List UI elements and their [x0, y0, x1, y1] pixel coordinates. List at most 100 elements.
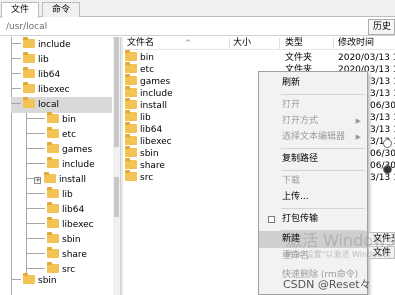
tree-item-etc[interactable]: etc — [27, 127, 76, 143]
tree-item-label: src — [62, 265, 76, 275]
tree-item-include-2[interactable]: include — [27, 157, 95, 173]
tree-connector — [11, 88, 21, 89]
file-mtime: 2020/03/13 1 — [338, 53, 395, 63]
tree-item-label: lib — [62, 190, 73, 200]
file-mtime: 3/13 1 — [370, 77, 395, 87]
expand-icon[interactable]: + — [34, 177, 41, 184]
context-menu: 刷新 打开 打开方式 ▶ 选择文本编辑器 ▶ 复制路径 下载 上传... 打包传输 … — [258, 71, 368, 295]
tree-item-libexec-2[interactable]: libexec — [27, 217, 94, 233]
column-separator[interactable] — [279, 38, 280, 49]
tab-bar: 文件 命令 — [0, 0, 395, 18]
tree-item-label: share — [62, 250, 87, 260]
file-name: share — [140, 161, 165, 171]
folder-icon — [23, 82, 35, 93]
tree-item-lib64-2[interactable]: lib64 — [27, 202, 84, 218]
tree-item-include[interactable]: include — [11, 37, 71, 53]
menu-choose-editor[interactable]: 选择文本编辑器 ▶ — [259, 129, 367, 146]
menu-pack-transfer-label: 打包传输 — [282, 214, 319, 224]
tree-item-sbin-root[interactable]: sbin — [11, 273, 57, 289]
tree-item-label: include — [62, 160, 95, 170]
folder-icon — [23, 52, 35, 63]
menu-upload[interactable]: 上传... — [259, 189, 367, 206]
path-input[interactable]: /usr/local — [2, 20, 367, 34]
file-name: src — [140, 173, 154, 183]
menu-open-with[interactable]: 打开方式 ▶ — [259, 113, 367, 130]
tree-connector — [11, 43, 21, 44]
menu-separator — [281, 208, 365, 209]
column-type[interactable]: 类型 — [285, 37, 303, 50]
folder-icon — [23, 273, 35, 284]
file-name: games — [140, 77, 171, 87]
menu-separator — [281, 94, 365, 95]
tree-item-lib64[interactable]: lib64 — [11, 67, 60, 83]
folder-icon — [47, 262, 59, 273]
tree-connector — [27, 163, 45, 164]
tree-connector — [27, 133, 45, 134]
tree-item-install[interactable]: + install — [27, 172, 86, 188]
menu-copy-path[interactable]: 复制路径 — [259, 151, 367, 168]
file-name: lib — [140, 113, 151, 123]
csdn-watermark: CSDN @Reset々 — [283, 278, 371, 291]
tree-connector — [27, 148, 45, 149]
tab-files[interactable]: 文件 — [1, 2, 40, 18]
tree-item-label: libexec — [62, 220, 94, 230]
file-mtime: 3/13 1 — [370, 125, 395, 135]
submenu-arrow-icon: ▶ — [355, 133, 361, 141]
tab-commands[interactable]: 命令 — [42, 2, 81, 17]
column-separator[interactable] — [333, 38, 334, 49]
file-name: include — [140, 89, 173, 99]
tree-item-games[interactable]: games — [27, 142, 92, 158]
folder-icon — [125, 170, 137, 181]
menu-choose-editor-label: 选择文本编辑器 — [282, 132, 346, 142]
tree-item-label: include — [38, 40, 71, 50]
column-size[interactable]: 大小 — [233, 37, 251, 50]
folder-icon — [47, 112, 59, 123]
folder-icon — [125, 74, 137, 85]
tree-item-bin[interactable]: bin — [27, 112, 76, 128]
tree-item-label: lib64 — [38, 70, 61, 80]
tree-item-share[interactable]: share — [27, 247, 87, 263]
folder-icon — [125, 134, 137, 145]
tree-scrollbar-thumb-lower[interactable] — [114, 177, 119, 217]
tree-scrollbar[interactable] — [113, 37, 120, 295]
activation-watermark-hint: 转到"设置"以激活 Windows。 — [286, 250, 395, 259]
column-name[interactable]: 文件名 — [127, 37, 154, 50]
folder-icon — [125, 158, 137, 169]
file-mtime: 3/13 1 — [370, 173, 395, 183]
tree-item-label: local — [38, 100, 59, 110]
tree-connector — [27, 253, 45, 254]
tree-connector — [27, 223, 45, 224]
tree-item-label: etc — [62, 130, 77, 140]
file-row[interactable]: bin 文件夹 2020/03/13 1 — [123, 50, 395, 64]
folder-icon — [23, 37, 35, 48]
tree-item-label: lib64 — [62, 205, 85, 215]
radio-indicator-icon — [383, 165, 392, 174]
column-mtime[interactable]: 修改时间 — [338, 37, 374, 50]
tree-item-libexec[interactable]: libexec — [11, 82, 70, 98]
folder-icon — [47, 217, 59, 228]
file-mtime: 3/13 1 — [370, 89, 395, 99]
folder-icon — [47, 142, 59, 153]
menu-refresh[interactable]: 刷新 — [259, 75, 367, 92]
menu-pack-transfer[interactable]: 打包传输 — [259, 211, 367, 228]
status-indicator-icon — [383, 139, 392, 148]
tree-scrollbar-thumb[interactable] — [114, 37, 119, 147]
tree-connector — [27, 208, 45, 209]
tree-connector — [27, 118, 45, 119]
tree-item-lib[interactable]: lib — [11, 52, 49, 68]
activation-watermark: 激活 Windows — [286, 231, 395, 250]
path-bar: /usr/local 历史 — [0, 18, 395, 36]
tree-connector — [11, 279, 21, 280]
folder-open-icon — [23, 97, 35, 108]
directory-tree: include lib lib64 libexec local bin etc … — [0, 37, 119, 295]
file-type: 文件夹 — [285, 53, 313, 63]
tree-connector — [27, 178, 34, 179]
tree-connector — [27, 193, 45, 194]
history-button[interactable]: 历史 — [368, 19, 395, 35]
column-separator[interactable] — [229, 38, 230, 49]
menu-download[interactable]: 下载 — [259, 173, 367, 190]
tree-item-sbin[interactable]: sbin — [27, 232, 81, 248]
menu-open[interactable]: 打开 — [259, 97, 367, 114]
tree-item-local[interactable]: local — [11, 97, 112, 113]
tree-item-lib-2[interactable]: lib — [27, 187, 73, 203]
